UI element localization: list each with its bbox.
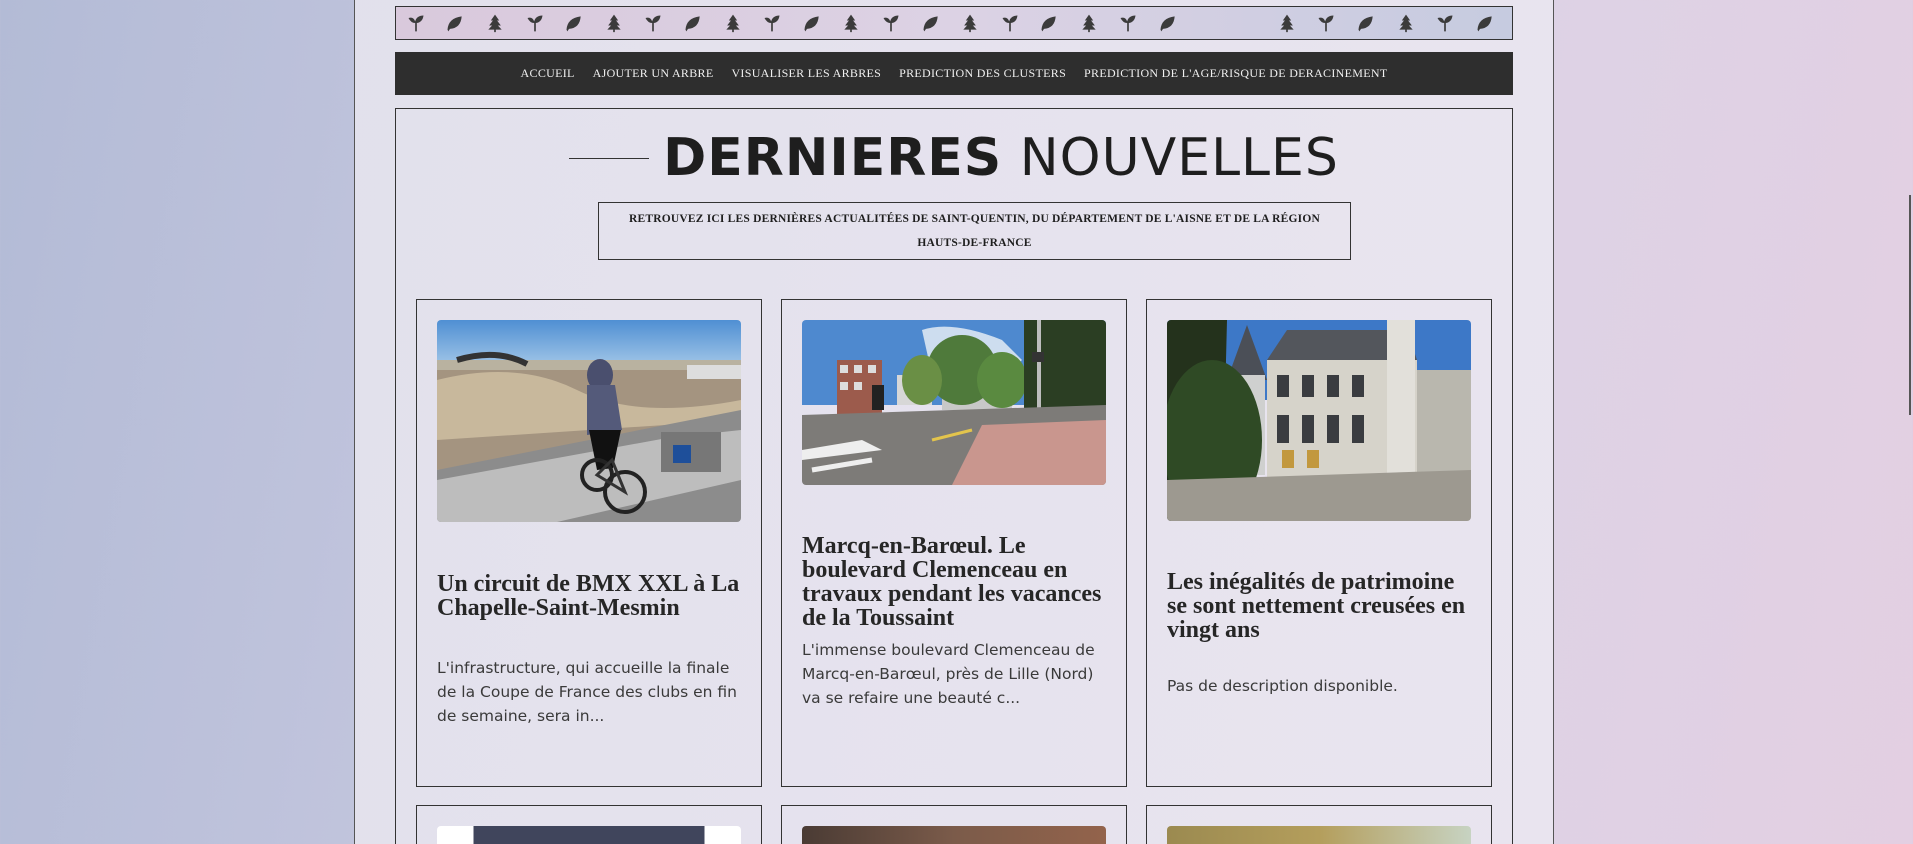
title-divider — [569, 157, 650, 159]
sprout-icon — [515, 11, 555, 35]
news-description: L'infrastructure, qui accueille la final… — [437, 659, 737, 725]
news-image[interactable] — [802, 320, 1106, 485]
decorative-pattern-band — [395, 6, 1513, 40]
pine-tree-icon — [594, 11, 634, 35]
news-image[interactable] — [437, 320, 741, 522]
pine-tree-icon — [713, 11, 753, 35]
sprout-icon — [634, 11, 674, 35]
pine-tree-icon — [1386, 11, 1426, 35]
news-section: DERNIERES NOUVELLES RETROUVEZ ICI LES DE… — [395, 108, 1513, 844]
nav-accueil[interactable]: ACCUEIL — [521, 66, 575, 81]
news-card-partial[interactable] — [416, 805, 762, 844]
leaf-icon — [673, 11, 713, 35]
leaf-icon — [792, 11, 832, 35]
sprout-icon — [396, 11, 436, 35]
title-bold: DERNIERES — [663, 128, 1003, 188]
sprout-icon — [1109, 11, 1149, 35]
news-description: Pas de description disponible. — [1167, 677, 1398, 695]
news-card-partial[interactable] — [781, 805, 1127, 844]
leaf-icon — [554, 11, 594, 35]
sprout-icon — [752, 11, 792, 35]
leaf-icon — [1030, 11, 1070, 35]
leaf-icon — [1148, 11, 1188, 35]
pine-tree-icon — [1267, 11, 1307, 35]
pattern-gap — [1227, 11, 1267, 35]
news-title[interactable]: Un circuit de BMX XXL à La Chapelle-Sain… — [437, 572, 747, 620]
sprout-icon — [1425, 11, 1465, 35]
leaf-icon — [436, 11, 476, 35]
sprout-icon — [871, 11, 911, 35]
scrollbar-thumb[interactable] — [1909, 195, 1911, 415]
main-navbar: ACCUEIL AJOUTER UN ARBRE VISUALISER LES … — [395, 52, 1513, 95]
nav-ajouter-arbre[interactable]: AJOUTER UN ARBRE — [593, 66, 714, 81]
pattern-gap — [1188, 11, 1228, 35]
news-card[interactable]: Un circuit de BMX XXL à La Chapelle-Sain… — [416, 299, 762, 787]
news-image[interactable] — [437, 826, 741, 844]
leaf-icon — [1346, 11, 1386, 35]
news-image[interactable] — [1167, 826, 1471, 844]
news-title[interactable]: Les inégalités de patrimoine se sont net… — [1167, 570, 1477, 642]
news-image[interactable] — [1167, 320, 1471, 521]
news-image[interactable] — [802, 826, 1106, 844]
pine-tree-icon — [475, 11, 515, 35]
news-card[interactable]: Les inégalités de patrimoine se sont net… — [1146, 299, 1492, 787]
nav-prediction-age-risque[interactable]: PREDICTION DE L'AGE/RISQUE DE DERACINEME… — [1084, 66, 1387, 81]
news-card-partial[interactable] — [1146, 805, 1492, 844]
news-subtitle-box: RETROUVEZ ICI LES DERNIÈRES ACTUALITÉES … — [598, 202, 1351, 260]
pine-tree-icon — [1069, 11, 1109, 35]
sprout-icon — [990, 11, 1030, 35]
title-light: NOUVELLES — [1019, 128, 1339, 188]
leaf-icon — [1465, 11, 1505, 35]
sprout-icon — [1307, 11, 1347, 35]
news-card[interactable]: Marcq-en-Barœul. Le boulevard Clemenceau… — [781, 299, 1127, 787]
pine-tree-icon — [950, 11, 990, 35]
nav-prediction-clusters[interactable]: PREDICTION DES CLUSTERS — [899, 66, 1066, 81]
news-title[interactable]: Marcq-en-Barœul. Le boulevard Clemenceau… — [802, 534, 1112, 630]
page-scrollbar[interactable] — [1901, 0, 1913, 844]
nav-visualiser-arbres[interactable]: VISUALISER LES ARBRES — [731, 66, 881, 81]
news-description: L'immense boulevard Clemenceau de Marcq-… — [802, 641, 1095, 707]
page-container: ACCUEIL AJOUTER UN ARBRE VISUALISER LES … — [354, 0, 1554, 844]
pine-tree-icon — [1505, 11, 1512, 35]
pine-tree-icon — [832, 11, 872, 35]
page-title: DERNIERES NOUVELLES — [396, 123, 1512, 193]
leaf-icon — [911, 11, 951, 35]
